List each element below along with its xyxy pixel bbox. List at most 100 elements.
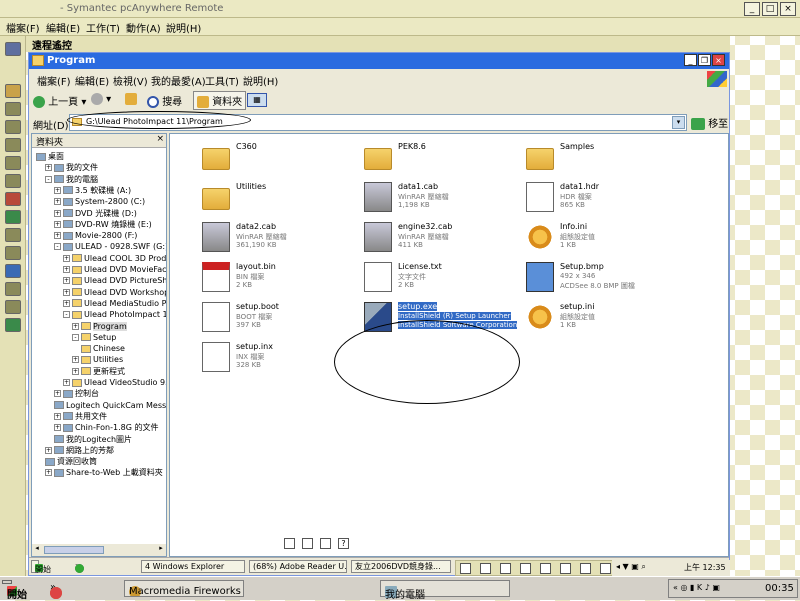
- forward-button[interactable]: ▾: [91, 93, 111, 105]
- settings-tool-icon[interactable]: [580, 563, 591, 574]
- file-item[interactable]: Info.ini 組態設定值 1 KB: [526, 220, 696, 256]
- search-button[interactable]: 搜尋: [147, 93, 182, 108]
- up-folder-button[interactable]: [125, 93, 137, 105]
- collapse-icon[interactable]: -: [63, 311, 70, 319]
- file-item[interactable]: setup.boot BOOT 檔案 397 KB: [202, 300, 372, 336]
- tree-item[interactable]: + Ulead DVD Workshop 2.2: [63, 287, 166, 298]
- tree-item[interactable]: - Setup: [72, 332, 116, 343]
- collapse-icon[interactable]: -: [72, 333, 79, 341]
- desktop-icon[interactable]: [75, 564, 84, 573]
- menu-help[interactable]: 說明(H): [243, 73, 278, 88]
- file-item[interactable]: Setup.bmp 492 x 346 ACDSee 8.0 BMP 圖檔: [526, 260, 696, 296]
- expand-icon[interactable]: +: [54, 232, 61, 240]
- maximize-button[interactable]: □: [762, 2, 778, 16]
- collapse-icon[interactable]: -: [54, 243, 61, 251]
- file-item[interactable]: C360: [202, 140, 372, 176]
- refresh-icon[interactable]: [5, 174, 21, 188]
- monitor-tool-icon[interactable]: [540, 563, 551, 574]
- tree-item[interactable]: 我的Logitech圖片: [54, 434, 132, 445]
- outer-menu-file[interactable]: 檔案(F): [6, 20, 40, 35]
- outer-menu-task[interactable]: 工作(T): [86, 20, 120, 35]
- keyboard-icon[interactable]: [5, 138, 21, 152]
- expand-icon[interactable]: +: [54, 424, 61, 432]
- tree-item[interactable]: + 網路上的芳鄰: [45, 445, 114, 456]
- tree-item[interactable]: + Ulead MediaStudio Pro 7.0: [63, 298, 166, 309]
- scroll-tool-icon[interactable]: [600, 563, 611, 574]
- expand-icon[interactable]: +: [54, 186, 61, 194]
- chat-icon[interactable]: [5, 210, 21, 224]
- expand-icon[interactable]: +: [54, 390, 61, 398]
- go-button[interactable]: 移至: [691, 115, 728, 130]
- expand-icon[interactable]: +: [54, 412, 61, 420]
- tree-item[interactable]: + 控制台: [54, 388, 99, 399]
- help-icon[interactable]: [5, 84, 21, 98]
- file-transfer-icon[interactable]: [5, 228, 21, 242]
- camera-tool-icon[interactable]: [480, 563, 491, 574]
- expand-icon[interactable]: +: [54, 209, 61, 217]
- expand-icon[interactable]: +: [72, 322, 79, 330]
- tree-item[interactable]: + Chin-Fon-1.8G 的文件: [54, 422, 158, 433]
- minimize-button[interactable]: _: [744, 2, 760, 16]
- expand-icon[interactable]: +: [54, 198, 61, 206]
- tree-item[interactable]: Chinese: [81, 343, 125, 354]
- transfer-icon[interactable]: [5, 102, 21, 116]
- tree-item[interactable]: + DVD 光碟機 (D:): [54, 208, 137, 219]
- scroll-right-icon[interactable]: ▸: [156, 544, 166, 556]
- status-icon[interactable]: [5, 318, 21, 332]
- expand-icon[interactable]: +: [72, 367, 79, 375]
- start-button[interactable]: 開始: [2, 580, 27, 601]
- expand-icon[interactable]: +: [54, 220, 61, 228]
- file-item[interactable]: License.txt 文字文件 2 KB: [364, 260, 534, 296]
- taskbar-item-adobe[interactable]: (68%) Adobe Reader U...: [249, 560, 347, 573]
- file-item[interactable]: layout.bin BIN 檔案 2 KB: [202, 260, 372, 296]
- monitor-icon[interactable]: [5, 156, 21, 170]
- tree-item[interactable]: + DVD-RW 燒錄機 (E:): [54, 219, 152, 230]
- menu-favorites[interactable]: 我的最愛(A): [151, 73, 206, 88]
- scroll-left-icon[interactable]: ◂: [32, 544, 42, 556]
- collapse-icon[interactable]: -: [45, 175, 52, 183]
- scroll-thumb[interactable]: [44, 546, 104, 554]
- clipboard-tool-icon[interactable]: [460, 563, 471, 574]
- expand-icon[interactable]: +: [63, 266, 70, 273]
- chat-tool-icon[interactable]: [520, 563, 531, 574]
- tree-item[interactable]: - 我的電腦: [45, 174, 98, 185]
- tree-item[interactable]: - ULEAD - 0928.SWF (G:): [54, 241, 166, 252]
- mini-monitor-icon[interactable]: [320, 538, 331, 549]
- tree-close-icon[interactable]: ×: [156, 134, 164, 144]
- outer-menu-action[interactable]: 動作(A): [126, 20, 161, 35]
- tree-item[interactable]: 資源回收筒: [45, 456, 97, 467]
- file-item[interactable]: engine32.cab WinRAR 壓縮檔 411 KB: [364, 220, 534, 256]
- tree-item[interactable]: + 共用文件: [54, 411, 107, 422]
- file-item[interactable]: Utilities: [202, 180, 372, 216]
- expand-icon[interactable]: +: [45, 469, 52, 477]
- tree-item[interactable]: + System-2800 (C:): [54, 196, 145, 207]
- tree-item[interactable]: + Ulead COOL 3D Productio: [63, 253, 166, 264]
- taskbar-item-dvd[interactable]: 友立2006DVD競身錄...: [351, 560, 451, 573]
- app-icon[interactable]: [50, 587, 62, 599]
- back-button[interactable]: 上一頁 ▾: [33, 93, 86, 108]
- tree-item[interactable]: + Share-to-Web 上載資料夾: [45, 467, 163, 478]
- pen-tool-icon[interactable]: [500, 563, 511, 574]
- mini-clipboard-icon[interactable]: [284, 538, 295, 549]
- close-button[interactable]: ×: [780, 2, 796, 16]
- tree-item[interactable]: + Ulead DVD PictureShow 4: [63, 275, 166, 286]
- tree-item[interactable]: + 我的文件: [45, 162, 98, 173]
- file-item[interactable]: data2.cab WinRAR 壓縮檔 361,190 KB: [202, 220, 372, 256]
- taskbar-item-explorer[interactable]: 4 Windows Explorer: [141, 560, 245, 573]
- expand-icon[interactable]: +: [63, 299, 70, 307]
- remote-start-button[interactable]: 開始: [31, 560, 51, 574]
- tree-item[interactable]: - Ulead PhotoImpact 11: [63, 309, 166, 320]
- help-tool-icon[interactable]: [560, 563, 571, 574]
- print-icon[interactable]: [5, 282, 21, 296]
- menu-view[interactable]: 檢視(V): [113, 73, 148, 88]
- tree-item[interactable]: + 更新程式: [72, 366, 125, 377]
- file-item[interactable]: PEK8.6: [364, 140, 534, 176]
- expand-icon[interactable]: +: [63, 277, 70, 285]
- views-button[interactable]: ▦: [247, 93, 267, 107]
- menu-tools[interactable]: 工具(T): [205, 73, 239, 88]
- outer-menu-help[interactable]: 說明(H): [166, 20, 201, 35]
- expand-icon[interactable]: +: [63, 254, 70, 262]
- expand-icon[interactable]: +: [45, 164, 52, 172]
- file-item[interactable]: Samples: [526, 140, 696, 176]
- tree-item[interactable]: + Movie-2800 (F:): [54, 230, 137, 241]
